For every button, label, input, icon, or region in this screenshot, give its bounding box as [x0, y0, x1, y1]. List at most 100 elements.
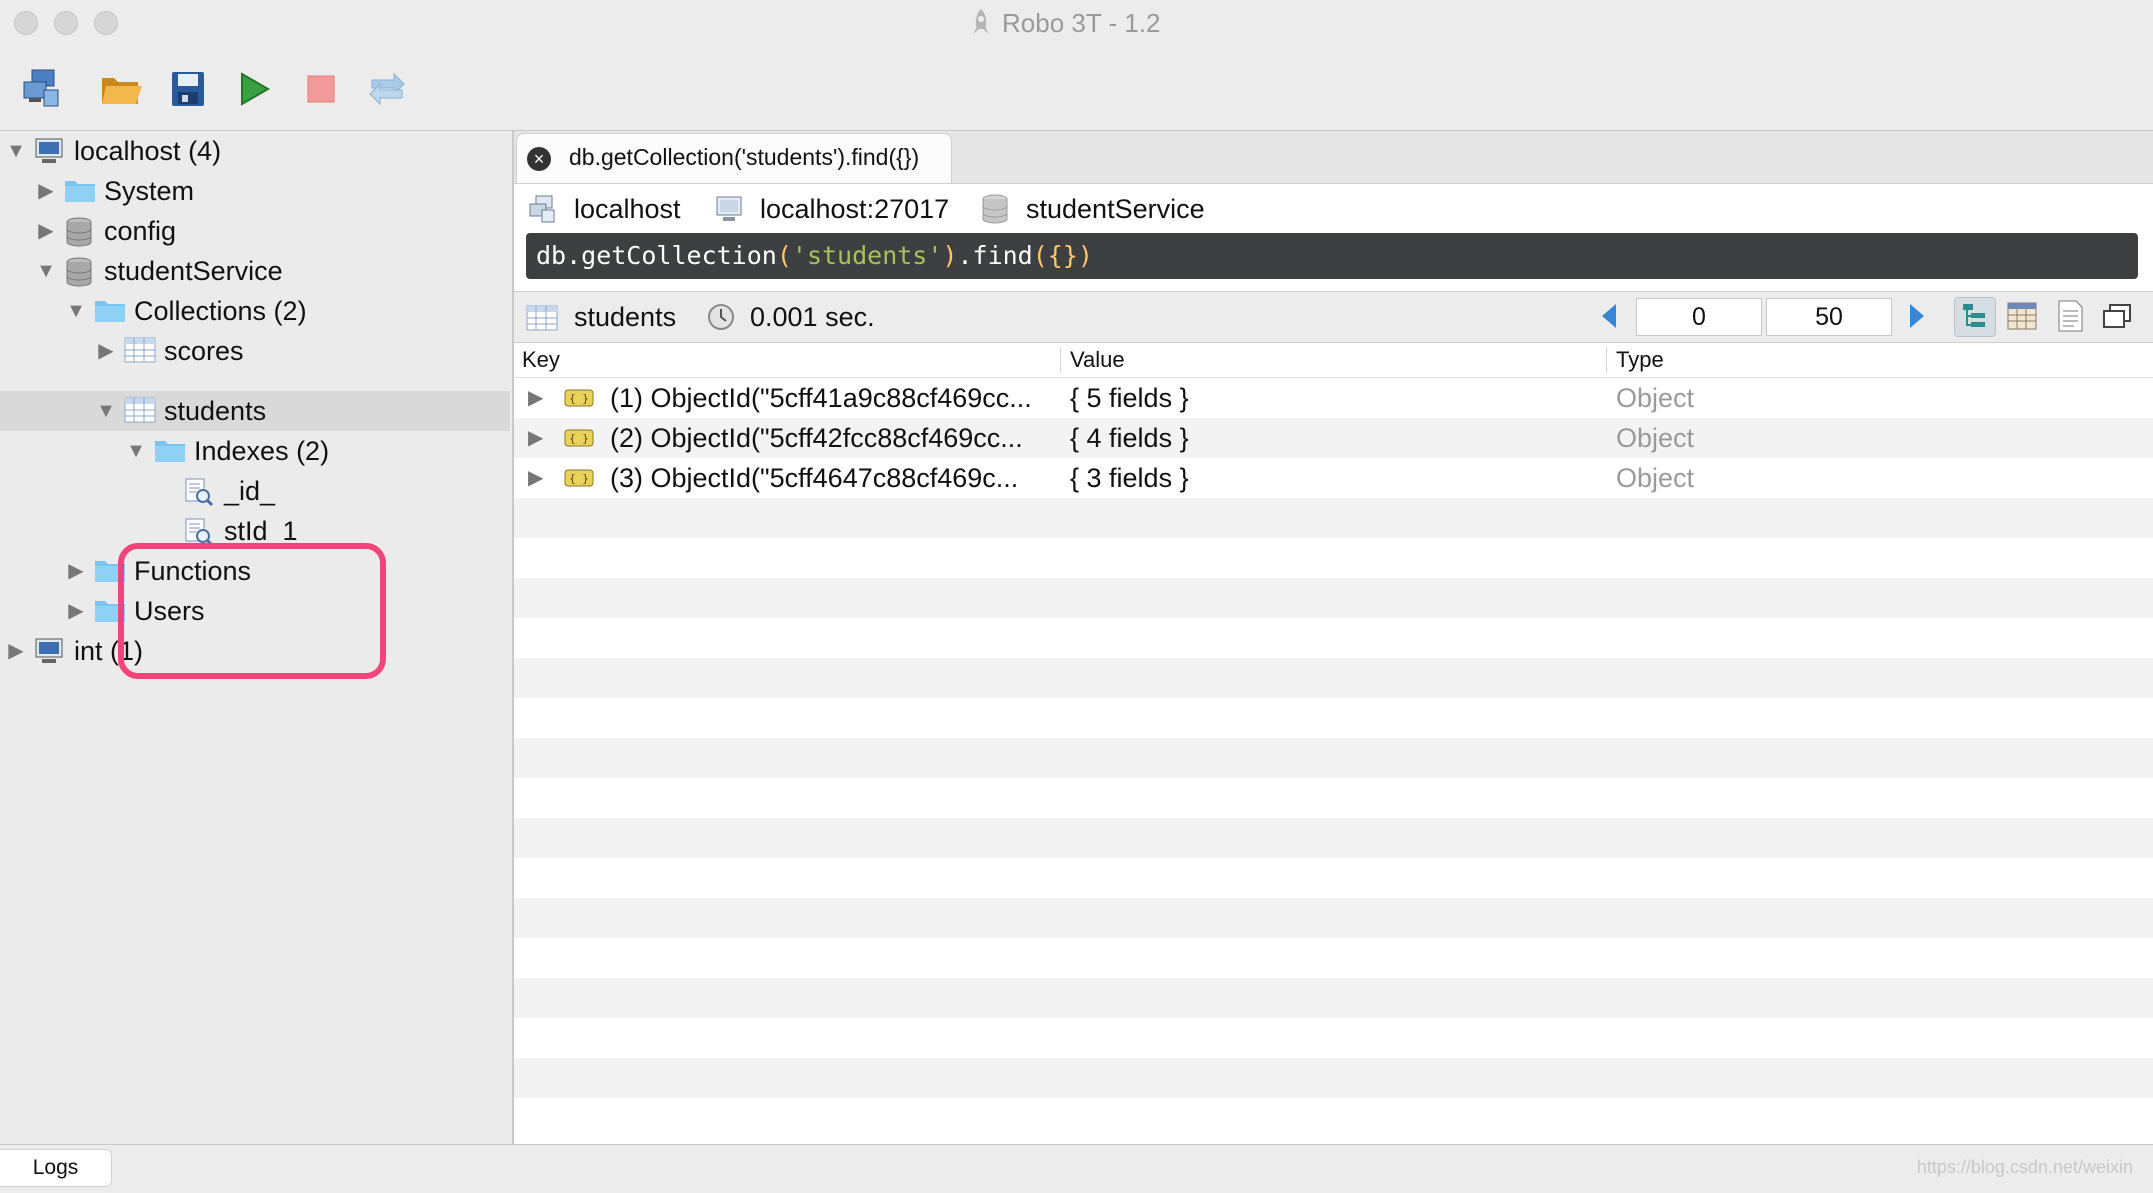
close-tab-icon[interactable]: ×: [527, 147, 551, 171]
index-icon: [184, 471, 216, 511]
server-icon: [34, 631, 66, 671]
svg-text:{ }: { }: [569, 392, 589, 405]
object-icon: { }: [564, 468, 594, 493]
tab-label: db.getCollection('students').find({}): [569, 144, 920, 170]
connection-server: localhost: [528, 185, 681, 233]
window-title-text: Robo 3T - 1.2: [1002, 8, 1161, 38]
tree-node-system[interactable]: ▶ System: [34, 171, 194, 211]
editor-token: .find: [957, 241, 1033, 270]
collapsed-arrow-icon[interactable]: ▶: [94, 331, 118, 371]
prev-page-icon[interactable]: [1602, 304, 1616, 328]
minimize-window-button[interactable]: [54, 11, 78, 35]
collection-table-icon: [526, 305, 558, 331]
bottom-bar: Logs https://blog.csdn.net/weixin: [0, 1144, 2153, 1193]
column-divider[interactable]: [1606, 347, 1607, 373]
row-key: (3) ObjectId("5cff4647c88cf469c...: [610, 463, 1019, 493]
connection-address: localhost:27017: [714, 185, 949, 233]
limit-input[interactable]: 50: [1766, 298, 1892, 336]
tree-view-button[interactable]: [1954, 297, 1996, 337]
server-icon: [34, 131, 66, 171]
tree-node-students[interactable]: ▼ students: [94, 391, 266, 431]
tree-node-indexes[interactable]: ▼ Indexes (2): [124, 431, 329, 471]
table-view-button[interactable]: [2002, 297, 2044, 337]
close-window-button[interactable]: [14, 11, 38, 35]
maximize-results-button[interactable]: [2098, 297, 2140, 337]
result-time-text: 0.001 sec.: [750, 302, 875, 332]
tree-node-studentservice[interactable]: ▼ studentService: [34, 251, 283, 291]
expand-row-arrow-icon[interactable]: ▶: [528, 458, 543, 498]
clock-icon: [708, 304, 734, 330]
connect-icon[interactable]: [20, 66, 66, 112]
toolbar: [0, 46, 2153, 131]
column-header-key[interactable]: Key: [514, 343, 560, 377]
watermark-text: https://blog.csdn.net/weixin: [1916, 1157, 2133, 1177]
results-toolbar: students 0.001 sec. 0 50: [514, 291, 2153, 343]
tree-node-label: localhost (4): [74, 136, 222, 166]
tree-node-label: studentService: [104, 256, 283, 286]
query-editor[interactable]: db.getCollection('students').find({}): [526, 233, 2138, 279]
tree-node-label: Indexes (2): [194, 436, 330, 466]
expanded-arrow-icon[interactable]: ▼: [124, 431, 148, 471]
expanded-arrow-icon[interactable]: ▼: [64, 291, 88, 331]
table-row[interactable]: ▶ { } (3) ObjectId("5cff4647c88cf469c...…: [514, 458, 2153, 498]
row-key: (2) ObjectId("5cff42fcc88cf469cc...: [610, 423, 1023, 453]
tab-query[interactable]: × db.getCollection('students').find({}): [516, 133, 952, 183]
tree-node-collections[interactable]: ▼ Collections (2): [64, 291, 306, 331]
next-page-icon[interactable]: [1910, 304, 1924, 328]
collapsed-arrow-icon[interactable]: ▶: [64, 551, 88, 591]
tree-node-scores[interactable]: ▶ scores: [94, 331, 244, 371]
column-header-value[interactable]: Value: [1062, 343, 1125, 377]
expand-row-arrow-icon[interactable]: ▶: [528, 378, 543, 418]
connection-server-text: localhost: [574, 194, 681, 224]
tree-node-label: System: [104, 176, 195, 206]
row-type: Object: [1616, 463, 1695, 493]
row-value: { 5 fields }: [1070, 383, 1189, 413]
collapsed-arrow-icon[interactable]: ▶: [34, 211, 58, 251]
collapsed-arrow-icon[interactable]: ▶: [34, 171, 58, 211]
result-collection: students: [526, 292, 676, 342]
table-view-icon: [2007, 302, 2037, 330]
connection-info-bar: localhost localhost:27017 studentService: [514, 185, 2153, 233]
text-view-button[interactable]: [2050, 297, 2092, 337]
tree-node-label: _id_: [224, 476, 276, 506]
database-icon: [982, 194, 1008, 224]
execute-icon[interactable]: [232, 66, 278, 112]
logs-tab[interactable]: Logs: [0, 1149, 112, 1187]
column-header-type[interactable]: Type: [1608, 343, 1664, 377]
open-folder-icon[interactable]: [98, 66, 144, 112]
tree-view-icon: [1963, 304, 1985, 327]
collection-table-icon: [124, 331, 156, 371]
save-icon[interactable]: [166, 66, 212, 112]
connection-icon: [529, 195, 555, 223]
expanded-arrow-icon[interactable]: ▼: [4, 131, 28, 171]
object-icon: { }: [564, 388, 594, 413]
editor-token: ): [942, 241, 958, 270]
results-table: ▶ { } (1) ObjectId("5cff41a9c88cf469cc..…: [514, 378, 2153, 1144]
zoom-window-button[interactable]: [94, 11, 118, 35]
tree-node-label: students: [164, 396, 267, 426]
tree-node-label: config: [104, 216, 177, 246]
tree-node-localhost[interactable]: ▼ localhost (4): [4, 131, 221, 171]
table-row[interactable]: ▶ { } (2) ObjectId("5cff42fcc88cf469cc..…: [514, 418, 2153, 458]
result-collection-text: students: [574, 302, 677, 332]
database-icon: [64, 211, 96, 251]
collection-table-icon: [124, 391, 156, 431]
object-icon: { }: [564, 428, 594, 453]
column-divider[interactable]: [1060, 347, 1061, 373]
expanded-arrow-icon[interactable]: ▼: [34, 251, 58, 291]
collapsed-arrow-icon[interactable]: ▶: [64, 591, 88, 631]
empty-row: [514, 738, 2153, 778]
tree-node-config[interactable]: ▶ config: [34, 211, 176, 251]
expanded-arrow-icon[interactable]: ▼: [94, 391, 118, 431]
refresh-icon[interactable]: [364, 66, 410, 112]
empty-row: [514, 578, 2153, 618]
skip-input[interactable]: 0: [1636, 298, 1762, 336]
stop-icon[interactable]: [298, 66, 344, 112]
collapsed-arrow-icon[interactable]: ▶: [4, 631, 28, 671]
empty-row: [514, 498, 2153, 538]
table-row[interactable]: ▶ { } (1) ObjectId("5cff41a9c88cf469cc..…: [514, 378, 2153, 418]
maximize-icon: [2103, 304, 2131, 328]
tree-node-label: scores: [164, 336, 244, 366]
expand-row-arrow-icon[interactable]: ▶: [528, 418, 543, 458]
tree-node-index-id[interactable]: _id_: [178, 471, 275, 511]
